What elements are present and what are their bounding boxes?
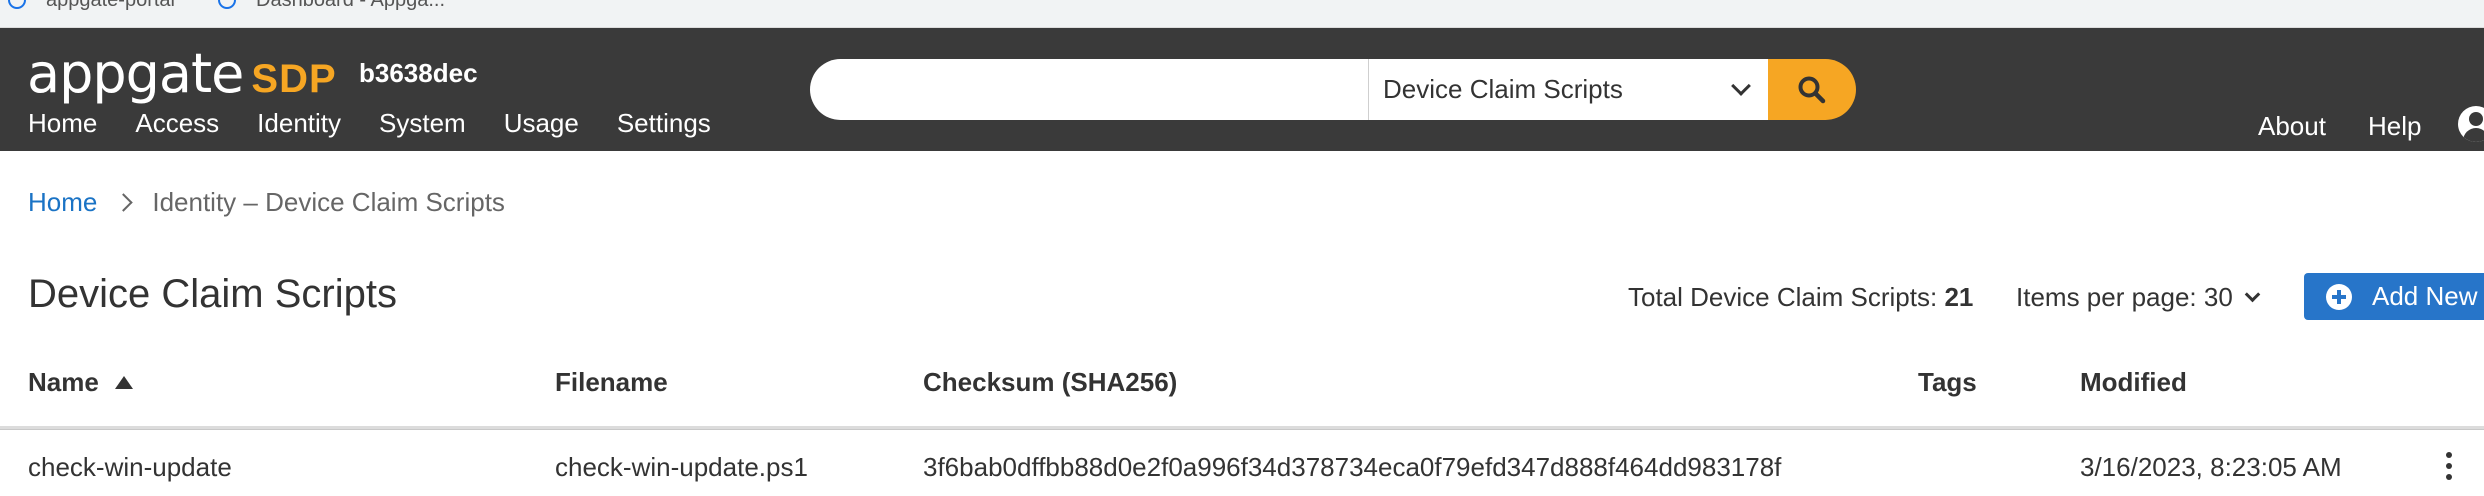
globe-icon (218, 0, 236, 9)
cell-checksum: 3f6bab0dffbb88d0e2f0a996f34d378734eca0f7… (923, 452, 1782, 482)
globe-icon (8, 0, 26, 9)
items-per-page-label: Items per page: 30 (2016, 282, 2233, 312)
column-header-label: Filename (555, 367, 668, 397)
browser-tab-strip: appgate-portal Dashboard - Appga... (0, 0, 2484, 28)
browser-tab[interactable]: appgate-portal (8, 0, 175, 12)
nav-access[interactable]: Access (135, 108, 219, 139)
cell-name[interactable]: check-win-update (28, 452, 232, 483)
logo-sdp: SDP (251, 57, 337, 101)
column-header-name[interactable]: Name (28, 367, 133, 398)
column-header-label: Name (28, 367, 99, 397)
total-label: Total Device Claim Scripts: (1628, 282, 1938, 312)
about-link[interactable]: About (2258, 111, 2326, 142)
table-header-divider (0, 426, 2484, 430)
main-nav: Home Access Identity System Usage Settin… (28, 108, 749, 139)
breadcrumb-home[interactable]: Home (28, 187, 97, 218)
cell-modified: 3/16/2023, 8:23:05 AM (2080, 452, 2342, 482)
column-header-label: Tags (1918, 367, 1977, 397)
total-value: 21 (1944, 282, 1974, 312)
nav-usage[interactable]: Usage (504, 108, 579, 139)
breadcrumb-current: Identity – Device Claim Scripts (152, 187, 505, 217)
add-new-button[interactable]: Add New (2304, 273, 2484, 320)
tenant-id: b3638dec (359, 58, 478, 88)
nav-home[interactable]: Home (28, 108, 97, 139)
app-header: appgate SDP b3638dec Home Access Identit… (0, 28, 2484, 151)
column-header-modified[interactable]: Modified (2080, 367, 2187, 398)
search-button[interactable] (1768, 59, 1856, 120)
sort-ascending-icon (114, 376, 133, 389)
nav-identity[interactable]: Identity (257, 108, 341, 139)
breadcrumb: Home Identity – Device Claim Scripts (28, 187, 505, 218)
column-header-label: Checksum (SHA256) (923, 367, 1178, 397)
chevron-right-icon (114, 193, 134, 212)
search-scope-select[interactable]: Device Claim Scripts (1368, 59, 1768, 120)
chevron-down-icon (1731, 76, 1751, 96)
browser-tab[interactable]: Dashboard - Appga... (218, 0, 445, 12)
cell-filename: check-win-update.ps1 (555, 452, 808, 482)
column-header-label: Modified (2080, 367, 2187, 397)
items-per-page-select[interactable]: Items per page: 30 (2016, 282, 2261, 313)
global-search: Device Claim Scripts (810, 59, 1856, 120)
column-header-checksum[interactable]: Checksum (SHA256) (923, 367, 1177, 398)
column-header-filename[interactable]: Filename (555, 367, 668, 398)
help-link[interactable]: Help (2368, 111, 2421, 142)
search-icon (1798, 76, 1826, 103)
search-input[interactable] (810, 59, 1368, 120)
page-title: Device Claim Scripts (28, 272, 397, 316)
plus-circle-icon (2326, 283, 2352, 310)
browser-tab-label: appgate-portal (46, 0, 175, 12)
more-actions-icon[interactable] (2446, 452, 2454, 482)
nav-settings[interactable]: Settings (617, 108, 711, 139)
user-avatar-icon[interactable] (2458, 106, 2484, 142)
appgate-logo[interactable]: appgate SDP (27, 42, 337, 105)
search-scope-value: Device Claim Scripts (1383, 74, 1623, 104)
nav-system[interactable]: System (379, 108, 466, 139)
logo-wordmark: appgate (27, 42, 244, 105)
chevron-down-icon (2244, 286, 2261, 303)
column-header-tags[interactable]: Tags (1918, 367, 1977, 398)
browser-tab-label: Dashboard - Appga... (256, 0, 445, 12)
total-count: Total Device Claim Scripts: 21 (1628, 282, 1973, 313)
add-new-label: Add New (2372, 281, 2478, 311)
